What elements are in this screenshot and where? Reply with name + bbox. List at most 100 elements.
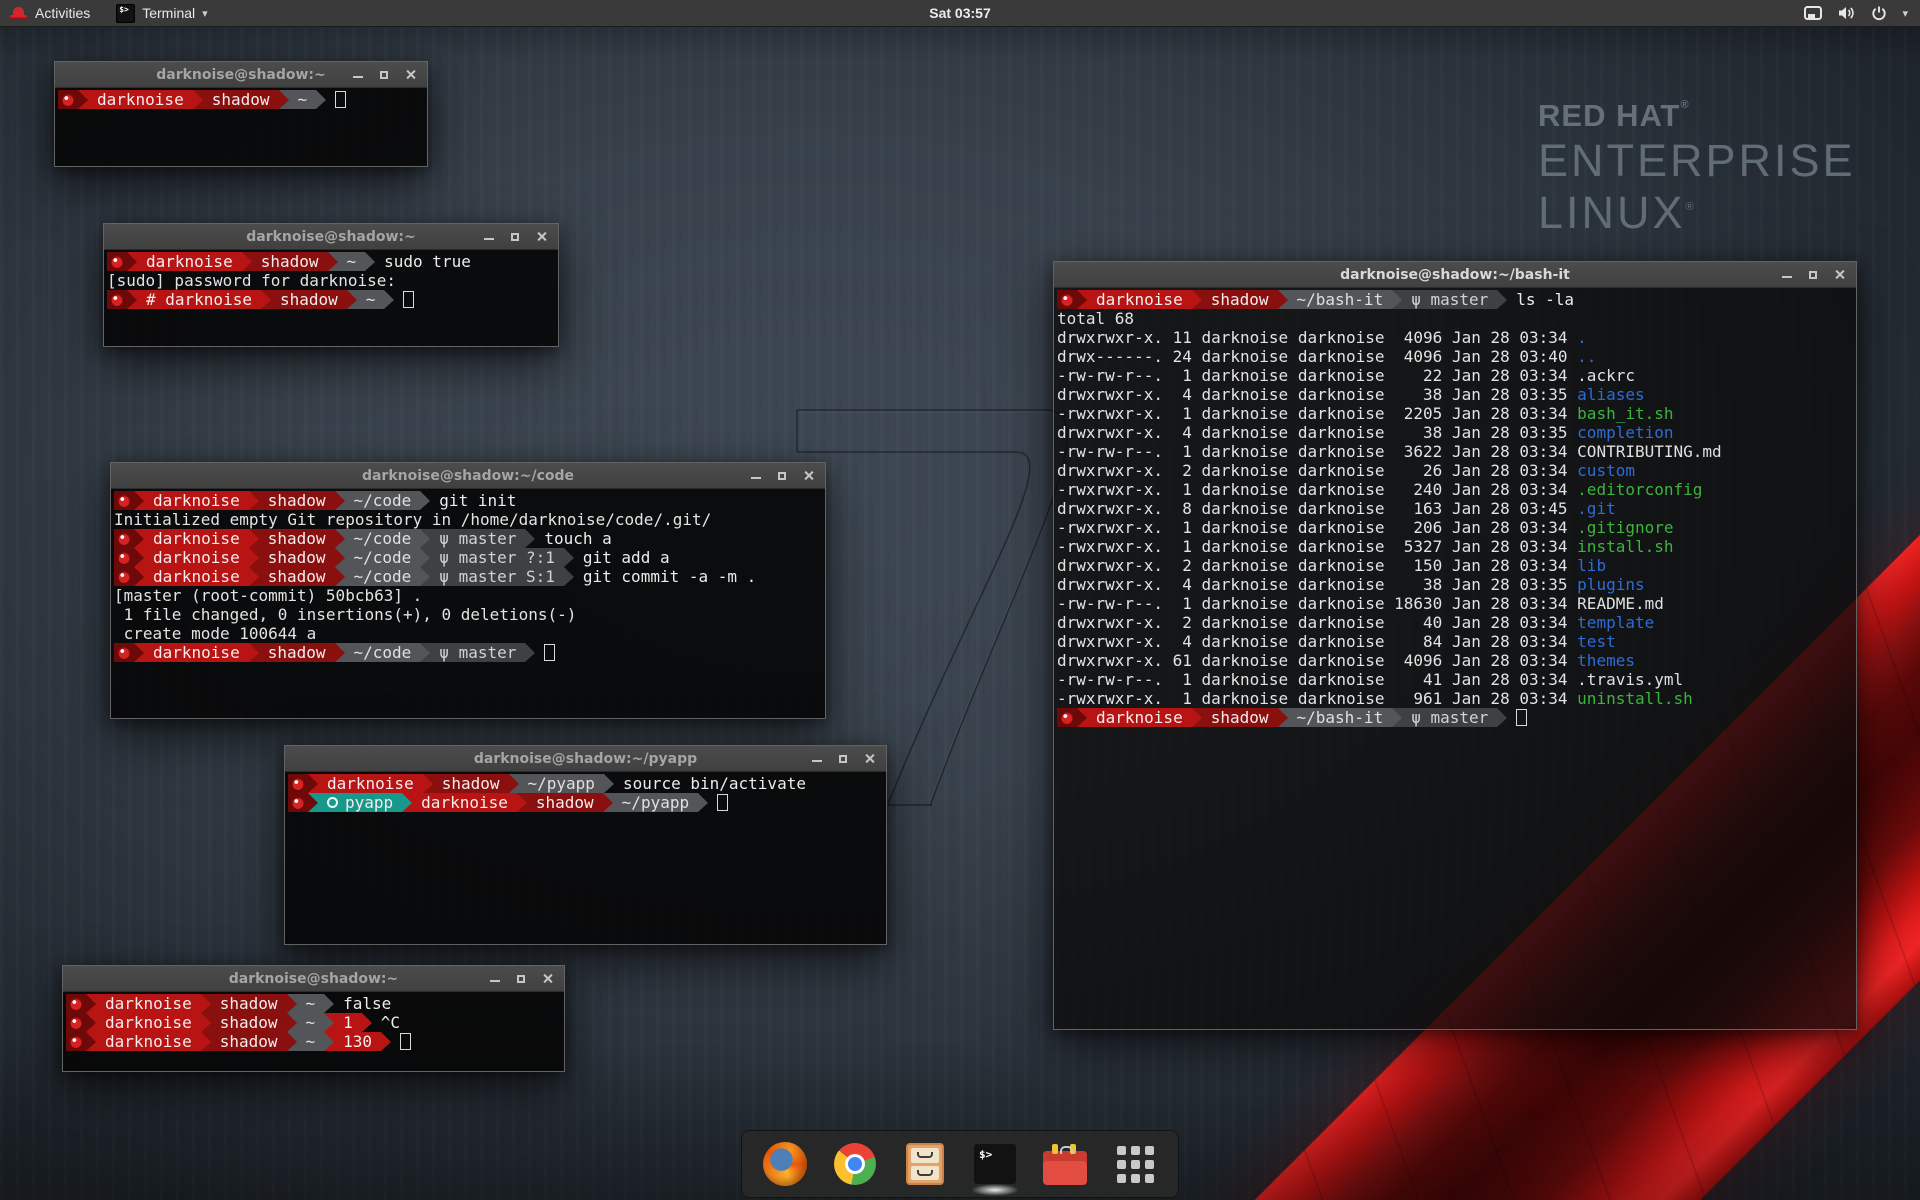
window-titlebar[interactable]: darknoise@shadow:~/pyapp (285, 746, 886, 772)
powerline-segment-path: ~/code (345, 643, 421, 662)
minimize-button[interactable] (1779, 267, 1795, 283)
dock-item-files[interactable] (902, 1141, 948, 1187)
maximize-button[interactable] (507, 229, 523, 245)
close-icon (1834, 269, 1845, 280)
window-titlebar[interactable]: darknoise@shadow:~ (63, 966, 564, 992)
powerline-separator (1392, 708, 1402, 727)
ls-row-meta: -rw-rw-r--. 1 darknoise darknoise 3622 J… (1057, 442, 1577, 461)
file-cabinet-icon (906, 1143, 944, 1185)
dock-item-firefox[interactable] (762, 1141, 808, 1187)
window-titlebar[interactable]: darknoise@shadow:~ (55, 62, 427, 88)
rhel-wordmark: RED HAT® ENTERPRISE LINUX® (1538, 100, 1856, 235)
maximize-icon (511, 233, 519, 241)
ls-row-meta: drwxrwxr-x. 11 darknoise darknoise 4096 … (1057, 328, 1577, 347)
powerline-separator (324, 994, 334, 1013)
ls-row-filename: plugins (1577, 575, 1644, 594)
dock-item-app-grid[interactable] (1112, 1141, 1158, 1187)
prompt-line: darknoiseshadow~/codegit init (114, 491, 823, 510)
window-titlebar[interactable]: darknoise@shadow:~ (104, 224, 558, 250)
minimize-button[interactable] (481, 229, 497, 245)
output-line: -rwxrwxr-x. 1 darknoise darknoise 961 Ja… (1057, 689, 1854, 708)
terminal-content[interactable]: darknoiseshadow~ (55, 88, 427, 166)
prompt-line: darknoiseshadow~1^C (66, 1013, 562, 1032)
output-line: drwxrwxr-x. 61 darknoise darknoise 4096 … (1057, 651, 1854, 670)
terminal-content[interactable]: darknoiseshadow~sudo true[sudo] password… (104, 250, 558, 346)
terminal-content[interactable]: darknoiseshadow~/bash-itψ masterls -lato… (1054, 288, 1856, 1029)
minimize-button[interactable] (748, 468, 764, 484)
powerline-segment-icon (1057, 290, 1077, 309)
close-button[interactable] (539, 971, 555, 987)
powerline-segment-host: shadow (1202, 290, 1278, 309)
close-button[interactable] (800, 468, 816, 484)
close-button[interactable] (402, 67, 418, 83)
prompt-hat-icon (1061, 712, 1073, 724)
window-titlebar[interactable]: darknoise@shadow:~/code (111, 463, 825, 489)
powerline-separator (201, 1013, 211, 1032)
powerline-separator (1392, 290, 1402, 309)
powerline-segment-path: ~/code (345, 491, 421, 510)
ls-row-meta: drwxrwxr-x. 4 darknoise darknoise 38 Jan… (1057, 575, 1577, 594)
powerline-segment-host: shadow (203, 90, 279, 109)
powerline-separator (249, 529, 259, 548)
minimize-button[interactable] (487, 971, 503, 987)
ls-row-filename: completion (1577, 423, 1673, 442)
output-line: [sudo] password for darknoise: (107, 271, 556, 290)
terminal-content[interactable]: darknoiseshadow~/pyappsource bin/activat… (285, 772, 886, 944)
powerline-separator (261, 290, 271, 309)
maximize-button[interactable] (835, 751, 851, 767)
powerline-separator (1497, 290, 1507, 309)
focused-app-menu[interactable]: $> Terminal ▾ (116, 4, 207, 23)
output-line: drwxrwxr-x. 8 darknoise darknoise 163 Ja… (1057, 499, 1854, 518)
prompt-line: pyappdarknoiseshadow~/pyapp (288, 793, 884, 812)
dock-item-terminal[interactable]: $> (972, 1141, 1018, 1187)
powerline-segment-user: darknoise (137, 252, 242, 271)
redhat-logo-icon (10, 7, 27, 19)
close-button[interactable] (533, 229, 549, 245)
terminal-window-home-2: darknoise@shadow:~darknoiseshadow~falsed… (62, 965, 565, 1072)
powerline-separator (384, 290, 394, 309)
system-status-area[interactable]: ▾ (1804, 5, 1920, 21)
powerline-segment-icon (107, 252, 127, 271)
output-line: -rwxrwxr-x. 1 darknoise darknoise 240 Ja… (1057, 480, 1854, 499)
maximize-button[interactable] (376, 67, 392, 83)
maximize-button[interactable] (774, 468, 790, 484)
close-icon (542, 973, 553, 984)
powerline-segment-host: shadow (259, 529, 335, 548)
prompt-hat-icon (111, 256, 123, 268)
clock[interactable]: Sat 03:57 (0, 5, 1920, 21)
powerline-separator (420, 643, 430, 662)
ls-row-meta: drwxrwxr-x. 2 darknoise darknoise 150 Ja… (1057, 556, 1577, 575)
prompt-hat-icon (70, 998, 82, 1010)
close-button[interactable] (1831, 267, 1847, 283)
window-title: darknoise@shadow:~/code (111, 468, 825, 484)
ls-row-meta: -rwxrwxr-x. 1 darknoise darknoise 240 Ja… (1057, 480, 1577, 499)
ls-row-filename: bash_it.sh (1577, 404, 1673, 423)
window-controls (350, 67, 427, 83)
powerline-segment-icon (58, 90, 78, 109)
minimize-button[interactable] (350, 67, 366, 83)
ls-row-filename: .ackrc (1577, 366, 1635, 385)
powerline-separator (328, 252, 338, 271)
maximize-button[interactable] (513, 971, 529, 987)
minimize-icon (751, 477, 761, 479)
window-titlebar[interactable]: darknoise@shadow:~/bash-it (1054, 262, 1856, 288)
dock-item-chrome[interactable] (832, 1141, 878, 1187)
minimize-icon (490, 980, 500, 982)
powerline-separator (420, 567, 430, 586)
powerline-segment-exit: 1 (334, 1013, 362, 1032)
terminal-content[interactable]: darknoiseshadow~falsedarknoiseshadow~1^C… (63, 992, 564, 1071)
ls-row-filename: template (1577, 613, 1654, 632)
close-button[interactable] (861, 751, 877, 767)
powerline-segment-branch: ψ master S:1 (430, 567, 564, 586)
minimize-button[interactable] (809, 751, 825, 767)
minimize-icon (1782, 276, 1792, 278)
powerline-segment-path: ~/pyapp (613, 793, 698, 812)
maximize-button[interactable] (1805, 267, 1821, 283)
powerline-separator (127, 252, 137, 271)
activities-button[interactable]: Activities (35, 5, 90, 21)
output-line: drwx------. 24 darknoise darknoise 4096 … (1057, 347, 1854, 366)
command-text: touch a (535, 529, 611, 548)
dock-item-toolbox[interactable] (1042, 1141, 1088, 1187)
terminal-content[interactable]: darknoiseshadow~/codegit initInitialized… (111, 489, 825, 718)
powerline-segment-user: darknoise (412, 793, 517, 812)
